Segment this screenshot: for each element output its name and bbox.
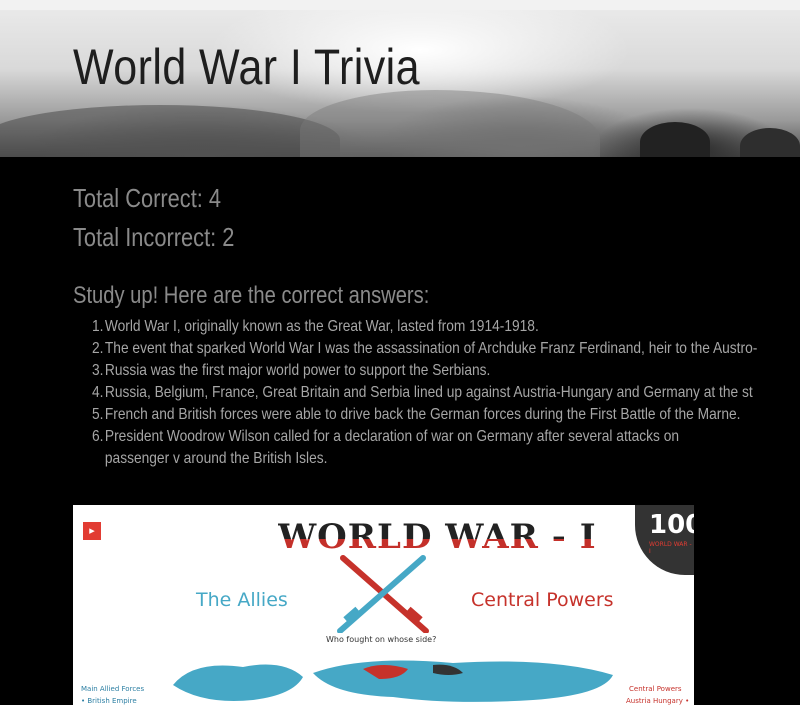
infographic-title: WORLD WAR - I — [278, 517, 597, 557]
banner-photo-rubble — [300, 90, 600, 157]
answer-item: 5. French and British forces were able to… — [92, 406, 741, 423]
allied-forces-heading: Main Allied Forces — [81, 685, 145, 693]
world-map-icon — [173, 660, 613, 702]
answer-item: 3. Russia was the first major world power… — [92, 362, 491, 379]
answer-item: 1. World War I, originally known as the G… — [92, 318, 539, 335]
banner-photo-helmet — [640, 122, 710, 157]
answer-list: 1. World War I, originally known as the G… — [92, 316, 800, 470]
total-incorrect: Total Incorrect: 2 — [73, 222, 235, 252]
allied-forces-item: • British Empire — [81, 697, 137, 705]
banner-photo-rubble — [0, 105, 340, 157]
centenary-badge: 100 WORLD WAR - I — [635, 505, 694, 575]
total-correct: Total Correct: 4 — [73, 183, 222, 213]
infographic-question: Who fought on whose side? — [326, 635, 437, 644]
gift-logo-icon: ▸ — [83, 522, 101, 540]
study-heading: Study up! Here are the correct answers: — [73, 282, 430, 309]
central-powers-label: Central Powers — [471, 589, 614, 611]
answer-item: 2. The event that sparked World War I was… — [92, 340, 758, 357]
badge-number: 100 — [649, 510, 694, 540]
banner-photo-helmet — [740, 128, 800, 157]
answer-item: 6. President Woodrow Wilson called for a … — [92, 428, 680, 467]
badge-subtitle: WORLD WAR - I — [649, 541, 692, 555]
ww1-infographic-image: ▸ WORLD WAR - I 100 WORLD WAR - I The Al… — [73, 505, 694, 705]
header-banner: World War I Trivia — [0, 10, 800, 157]
page-title: World War I Trivia — [73, 39, 420, 95]
crossed-rifles-icon — [337, 555, 429, 633]
answer-item: 4. Russia, Belgium, France, Great Britain… — [92, 384, 753, 401]
central-powers-item: Austria Hungary • — [626, 697, 690, 705]
allies-label: The Allies — [196, 589, 288, 611]
central-powers-heading: Central Powers — [629, 685, 682, 693]
